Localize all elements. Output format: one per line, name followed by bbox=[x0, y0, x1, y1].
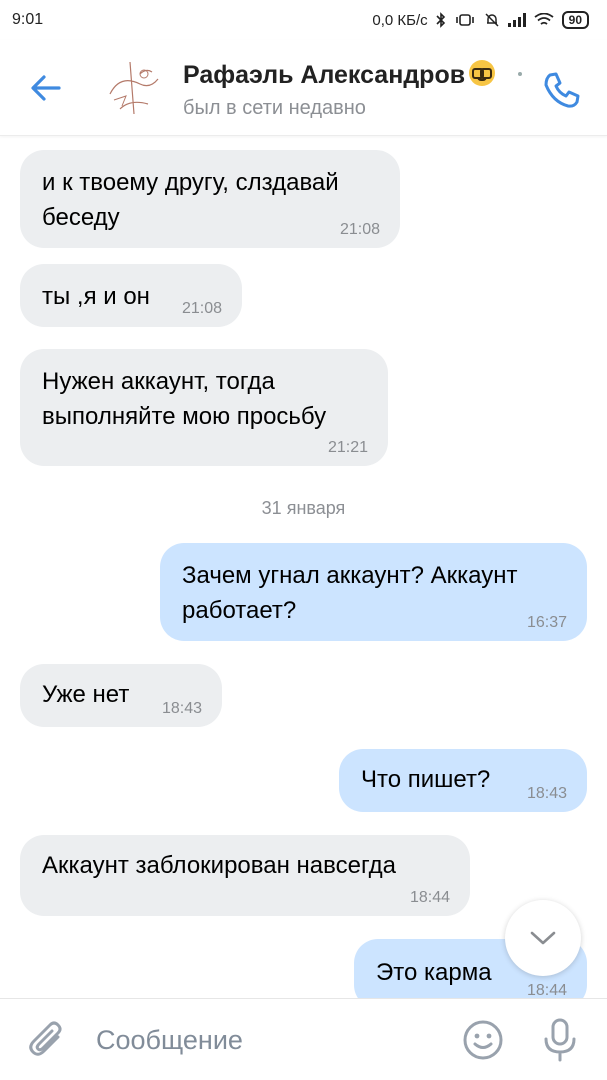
message-input[interactable] bbox=[96, 1017, 436, 1063]
status-icons: 0,0 КБ/с 90 bbox=[372, 11, 589, 29]
message-time: 18:43 bbox=[161, 700, 202, 717]
message-time: 18:43 bbox=[526, 785, 567, 802]
contact-name-text: Рафаэль Александров bbox=[183, 61, 466, 89]
chat-header: Рафаэль Александров был в сети недавно bbox=[0, 40, 607, 136]
mute-bell-icon bbox=[485, 13, 499, 27]
message-text: и к твоему другу, слздавай беседу bbox=[42, 169, 339, 231]
cell-signal-icon bbox=[507, 13, 526, 27]
message-time: 21:21 bbox=[327, 439, 368, 456]
date-separator: 31 января bbox=[261, 498, 346, 518]
message-bubble-outgoing[interactable]: Зачем угнал аккаунт? Аккаунт работает? 1… bbox=[160, 543, 587, 641]
contact-name[interactable]: Рафаэль Александров bbox=[183, 60, 496, 90]
avatar[interactable] bbox=[100, 54, 168, 122]
bluetooth-icon bbox=[436, 12, 445, 28]
status-time: 9:01 bbox=[12, 11, 44, 28]
message-bubble-incoming[interactable]: Аккаунт заблокирован навсегда 18:44 bbox=[20, 835, 470, 916]
battery-icon: 90 bbox=[561, 11, 589, 29]
message-text: Аккаунт заблокирован навсегда bbox=[42, 852, 396, 879]
message-bubble-incoming[interactable]: ты ,я и он 21:08 bbox=[20, 264, 242, 327]
chevron-down-icon bbox=[530, 931, 556, 945]
message-time: 16:37 bbox=[526, 614, 567, 631]
smile-icon[interactable] bbox=[462, 1019, 504, 1061]
vibrate-icon bbox=[455, 14, 474, 26]
message-bubble-outgoing[interactable]: Что пишет? 18:43 bbox=[339, 749, 587, 812]
message-time: 18:44 bbox=[409, 889, 450, 906]
nerd-face-emoji-icon bbox=[469, 60, 496, 86]
typing-dot bbox=[518, 72, 522, 76]
wifi-icon bbox=[534, 13, 554, 25]
scroll-to-bottom-button[interactable] bbox=[505, 900, 581, 976]
contact-status: был в сети недавно bbox=[183, 97, 366, 119]
mic-icon[interactable] bbox=[540, 1017, 580, 1063]
phone-icon[interactable] bbox=[540, 68, 584, 112]
message-bubble-incoming[interactable]: Уже нет 18:43 bbox=[20, 664, 222, 727]
message-time: 21:08 bbox=[181, 300, 222, 317]
net-speed: 0,0 КБ/с bbox=[372, 11, 428, 29]
message-text: Нужен аккаунт, тогда выполняйте мою прос… bbox=[42, 368, 327, 430]
message-time: 21:08 bbox=[339, 221, 380, 238]
message-bubble-incoming[interactable]: и к твоему другу, слздавай беседу 21:08 bbox=[20, 150, 400, 248]
message-bubble-incoming[interactable]: Нужен аккаунт, тогда выполняйте мою прос… bbox=[20, 349, 388, 466]
message-time: 18:44 bbox=[526, 982, 567, 999]
message-text: Зачем угнал аккаунт? Аккаунт работает? bbox=[182, 562, 518, 624]
attach-icon[interactable] bbox=[28, 1019, 68, 1063]
message-composer bbox=[0, 998, 607, 1080]
back-arrow-icon[interactable] bbox=[26, 68, 66, 108]
status-bar: 9:01 0,0 КБ/с 90 bbox=[0, 0, 607, 40]
message-list[interactable]: и к твоему другу, слздавай беседу 21:08 … bbox=[0, 137, 607, 1000]
